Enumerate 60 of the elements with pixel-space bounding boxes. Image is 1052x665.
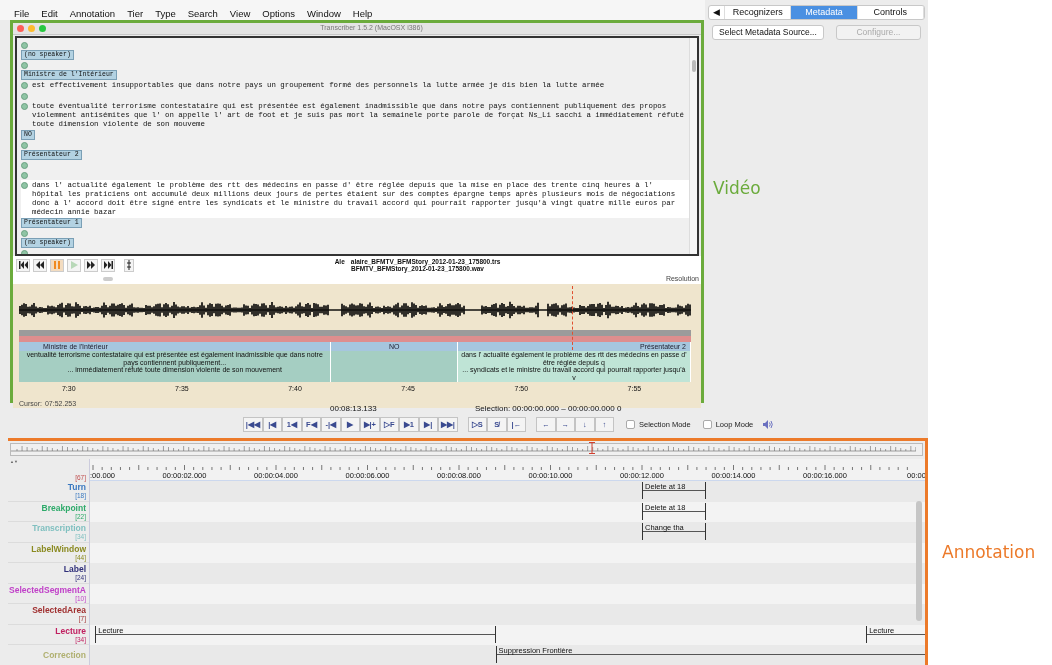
last-icon [103, 261, 113, 269]
tier-name: LabelWindow [31, 543, 86, 554]
forward-button[interactable] [84, 258, 98, 272]
tier-name: Label [63, 564, 86, 575]
menu-item[interactable]: Window [307, 8, 341, 19]
pause-icon [54, 261, 60, 269]
rewind-button[interactable] [33, 258, 47, 272]
annotation-label: Annotation [942, 541, 1037, 564]
menu-item[interactable]: Help [352, 8, 373, 19]
tier-name: SelectedSegmentA [9, 584, 86, 595]
rewind-icon [36, 261, 44, 269]
panel-tab[interactable]: Controls [857, 6, 924, 19]
tier-name: Turn [67, 482, 86, 493]
scroll-thumb[interactable] [691, 60, 696, 72]
menu-item[interactable]: Type [155, 8, 176, 19]
media-time: 00:08:13.133 [330, 404, 378, 414]
checkbox[interactable] [626, 420, 635, 429]
split-icon [127, 260, 131, 270]
menu-item[interactable]: Annotation [69, 8, 116, 19]
sync-point-icon[interactable] [21, 103, 28, 110]
first-button[interactable] [16, 258, 30, 272]
video-label: Vidéo [713, 177, 762, 200]
tier-name: Breakpoint [41, 502, 86, 513]
menu-item[interactable]: View [229, 8, 251, 19]
panel-button[interactable]: Select Metadata Source... [712, 25, 824, 40]
tier-name: Lecture [55, 625, 86, 636]
scroll-thumb[interactable] [103, 277, 113, 281]
sync-point-icon[interactable] [21, 82, 28, 89]
checkbox[interactable] [702, 420, 712, 429]
position-marker-icon[interactable] [589, 442, 595, 454]
menu-item[interactable]: Search [187, 8, 218, 19]
tier-name: SelectedArea [32, 605, 86, 616]
tier-name: Correction [43, 649, 86, 660]
split-button[interactable] [124, 258, 134, 272]
sync-point-icon[interactable] [21, 182, 28, 189]
sync-point-icon[interactable] [21, 142, 28, 149]
first-icon [18, 261, 28, 269]
last-button[interactable] [101, 258, 115, 272]
menu-item[interactable]: Options [262, 8, 296, 19]
menu-item[interactable]: File [14, 8, 30, 19]
sync-point-icon[interactable] [21, 162, 28, 169]
play-icon [70, 261, 78, 269]
cursor-line [572, 286, 574, 350]
selection-readout: Selection: 00:00:00.000 – 00:00:00.000 0 [475, 404, 622, 414]
scrollbar[interactable] [916, 501, 922, 621]
forward-icon [87, 261, 95, 269]
scrollbar[interactable] [689, 38, 697, 254]
zoom-icon[interactable] [39, 25, 46, 32]
sync-point-icon[interactable] [21, 62, 28, 69]
close-icon[interactable] [17, 25, 24, 32]
sync-point-icon[interactable] [21, 230, 28, 237]
speaker-icon[interactable] [763, 420, 774, 429]
sync-point-icon[interactable] [21, 93, 28, 100]
tier-name: Transcription [32, 523, 86, 534]
sync-point-icon[interactable] [21, 42, 28, 49]
minimize-icon[interactable] [28, 25, 35, 32]
sync-point-icon[interactable] [21, 172, 28, 179]
panel-tab[interactable]: ◀ [709, 6, 725, 19]
menu-item[interactable]: Edit [41, 8, 58, 19]
menu-item[interactable]: Tier [127, 8, 144, 19]
